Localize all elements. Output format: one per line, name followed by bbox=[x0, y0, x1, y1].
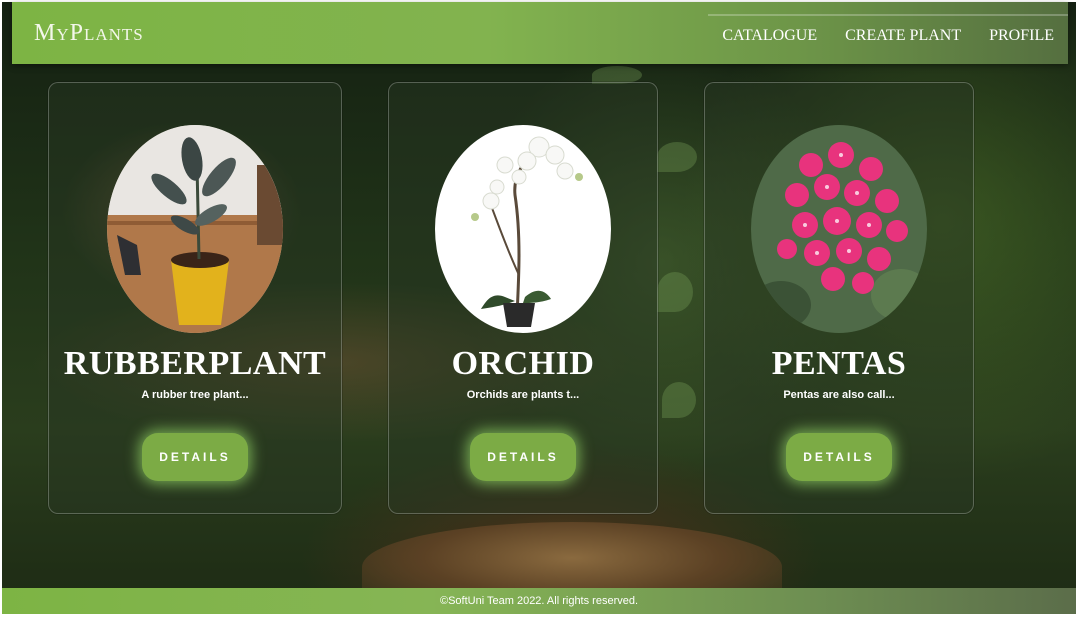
plant-card-orchid: ORCHID Orchids are plants t... DETAILS bbox=[388, 82, 658, 514]
details-button[interactable]: DETAILS bbox=[142, 433, 248, 481]
leaf-decoration bbox=[662, 382, 696, 418]
leaf-decoration bbox=[657, 272, 693, 312]
plant-description: Orchids are plants t... bbox=[466, 389, 580, 401]
main-nav: CATALOGUE CREATE PLANT PROFILE bbox=[708, 14, 1068, 54]
pentas-image bbox=[751, 125, 927, 333]
plant-name: PENTAS bbox=[771, 345, 907, 382]
nav-profile[interactable]: PROFILE bbox=[975, 14, 1068, 56]
nav-create-plant[interactable]: CREATE PLANT bbox=[831, 14, 976, 56]
plant-name: ORCHID bbox=[451, 345, 595, 382]
page-background: RUBBERPLANT A rubber tree plant... DETAI… bbox=[2, 2, 1076, 614]
plant-card-pentas: PENTAS Pentas are also call... DETAILS bbox=[704, 82, 974, 514]
plant-description: A rubber tree plant... bbox=[141, 389, 249, 401]
top-navbar: MyPlants CATALOGUE CREATE PLANT PROFILE bbox=[12, 2, 1068, 64]
leaf-decoration bbox=[657, 142, 697, 172]
details-button[interactable]: DETAILS bbox=[470, 433, 576, 481]
plant-name: RUBBERPLANT bbox=[63, 345, 327, 382]
orchid-image bbox=[435, 125, 611, 333]
footer-copyright: ©SoftUni Team 2022. All rights reserved. bbox=[439, 595, 639, 607]
plant-card-rubberplant: RUBBERPLANT A rubber tree plant... DETAI… bbox=[48, 82, 342, 514]
plant-description: Pentas are also call... bbox=[783, 389, 895, 401]
details-button[interactable]: DETAILS bbox=[786, 433, 892, 481]
nav-catalogue[interactable]: CATALOGUE bbox=[708, 14, 832, 56]
rubberplant-image bbox=[107, 125, 283, 333]
site-logo[interactable]: MyPlants bbox=[34, 20, 144, 47]
footer: ©SoftUni Team 2022. All rights reserved. bbox=[2, 588, 1076, 614]
